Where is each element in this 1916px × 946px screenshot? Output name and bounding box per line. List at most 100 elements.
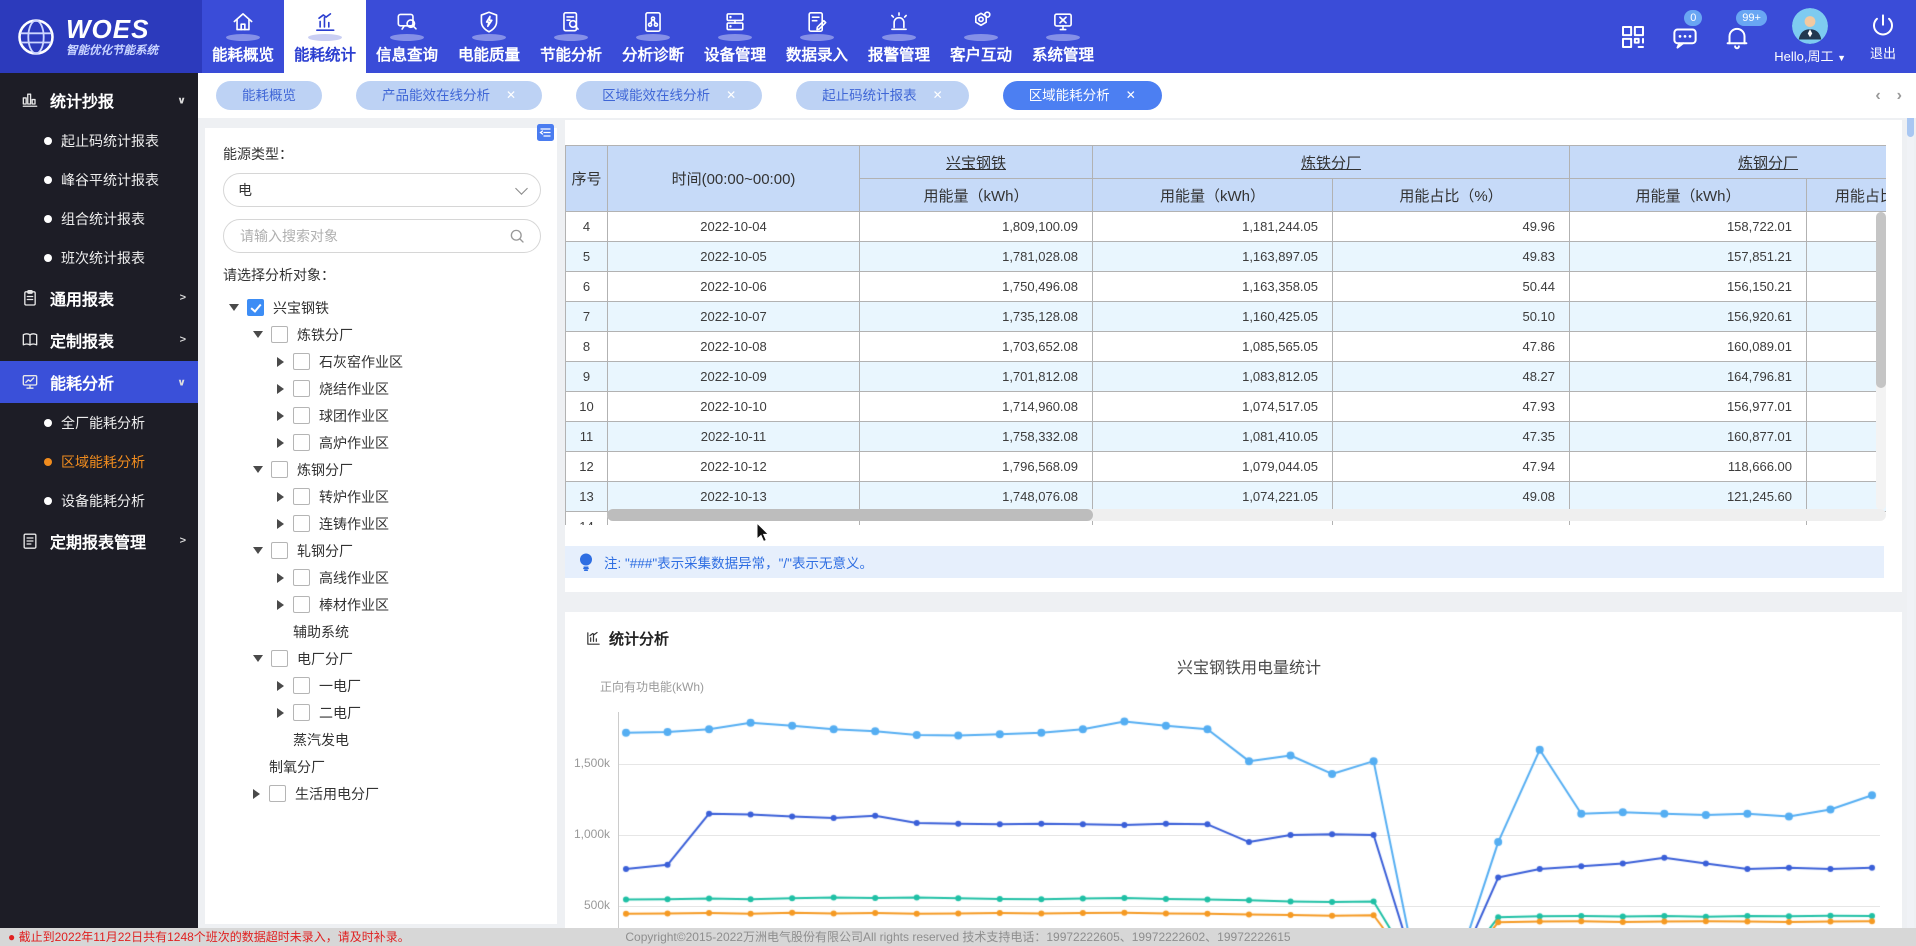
tree-checkbox[interactable] [293,515,310,532]
search-icon[interactable] [508,227,526,245]
nav-item-8[interactable]: 数据录入 [776,0,858,73]
close-icon[interactable]: ✕ [506,81,516,110]
tree-checkbox[interactable] [293,407,310,424]
sidebar-section-5[interactable]: 定期报表管理> [0,520,198,562]
chevron-right-icon[interactable]: › [1897,87,1902,105]
tree-node-5[interactable]: 球团作业区 [223,402,541,429]
sidebar-item-4-3[interactable]: 设备能耗分析 [0,481,198,520]
tree-checkbox[interactable] [293,380,310,397]
close-icon[interactable]: ✕ [726,81,736,110]
tree-collapse-icon[interactable] [253,789,260,799]
tree-checkbox[interactable] [293,677,310,694]
sidebar-section-2[interactable]: 通用报表> [0,277,198,319]
tree-checkbox[interactable] [293,569,310,586]
tree-node-1[interactable]: 兴宝钢铁 [223,294,541,321]
nav-item-10[interactable]: 客户互动 [940,0,1022,73]
tree-checkbox[interactable] [247,299,264,316]
tree-node-18[interactable]: 制氧分厂 [223,753,541,780]
close-icon[interactable]: ✕ [1126,81,1136,110]
tree-expand-icon[interactable] [253,466,263,473]
tree-node-7[interactable]: 炼钢分厂 [223,456,541,483]
tree-collapse-icon[interactable] [277,384,284,394]
tab-1[interactable]: 能耗概览 [216,81,322,110]
sidebar-item-1-2[interactable]: 峰谷平统计报表 [0,160,198,199]
panel-collapse-icon[interactable] [537,124,554,141]
sidebar-item-1-1[interactable]: 起止码统计报表 [0,121,198,160]
message-icon[interactable]: 0 [1670,22,1700,52]
search-input[interactable] [238,227,508,245]
tree-checkbox[interactable] [293,596,310,613]
nav-item-7[interactable]: 设备管理 [694,0,776,73]
group-header-1-link[interactable]: 兴宝钢铁 [946,155,1006,172]
tree-node-10[interactable]: 轧钢分厂 [223,537,541,564]
line-chart[interactable] [618,700,1880,946]
nav-item-2[interactable]: 能耗统计 [284,0,366,73]
tree-collapse-icon[interactable] [277,681,284,691]
table-hscroll-thumb[interactable] [607,509,1093,521]
tree-checkbox[interactable] [271,461,288,478]
tree-node-9[interactable]: 连铸作业区 [223,510,541,537]
tree-collapse-icon[interactable] [277,411,284,421]
tab-3[interactable]: 区域能效在线分析✕ [576,81,762,110]
sidebar-item-4-1[interactable]: 全厂能耗分析 [0,403,198,442]
bell-icon[interactable]: 99+ [1722,22,1752,52]
tree-collapse-icon[interactable] [277,600,284,610]
close-icon[interactable]: ✕ [933,81,943,110]
tree-checkbox[interactable] [271,542,288,559]
sidebar-section-3[interactable]: 定制报表> [0,319,198,361]
tree-collapse-icon[interactable] [277,438,284,448]
tree-collapse-icon[interactable] [277,573,284,583]
tree-node-3[interactable]: 石灰窑作业区 [223,348,541,375]
tab-2[interactable]: 产品能效在线分析✕ [356,81,542,110]
tree-node-11[interactable]: 高线作业区 [223,564,541,591]
user-menu[interactable]: Hello,周工 ▼ [1774,8,1846,65]
tree-node-14[interactable]: 电厂分厂 [223,645,541,672]
tree-node-6[interactable]: 高炉作业区 [223,429,541,456]
tree-checkbox[interactable] [293,488,310,505]
sidebar-section-1[interactable]: 统计抄报∨ [0,79,198,121]
nav-item-4[interactable]: 电能质量 [448,0,530,73]
tree-checkbox[interactable] [271,326,288,343]
nav-item-11[interactable]: 系统管理 [1022,0,1104,73]
nav-item-5[interactable]: 节能分析 [530,0,612,73]
tree-node-2[interactable]: 炼铁分厂 [223,321,541,348]
sidebar-item-4-2[interactable]: 区域能耗分析 [0,442,198,481]
table-vscroll-thumb[interactable] [1876,212,1886,388]
tree-node-13[interactable]: 辅助系统 [223,618,541,645]
sidebar-item-1-4[interactable]: 班次统计报表 [0,238,198,277]
tree-node-19[interactable]: 生活用电分厂 [223,780,541,807]
tree-checkbox[interactable] [293,704,310,721]
chevron-left-icon[interactable]: ‹ [1875,87,1880,105]
energy-type-select[interactable]: 电 [223,173,541,207]
tree-node-17[interactable]: 蒸汽发电 [223,726,541,753]
tree-checkbox[interactable] [269,785,286,802]
tab-5[interactable]: 区域能耗分析✕ [1003,81,1162,110]
tree-collapse-icon[interactable] [277,519,284,529]
logout-button[interactable]: 退出 [1868,11,1898,62]
sidebar-section-4[interactable]: 能耗分析∨ [0,361,198,403]
tree-expand-icon[interactable] [253,547,263,554]
qr-code-icon[interactable] [1618,22,1648,52]
tree-checkbox[interactable] [271,650,288,667]
tree-node-16[interactable]: 二电厂 [223,699,541,726]
sidebar-item-1-3[interactable]: 组合统计报表 [0,199,198,238]
nav-item-9[interactable]: 报警管理 [858,0,940,73]
tree-expand-icon[interactable] [229,304,239,311]
group-header-3-link[interactable]: 炼钢分厂 [1738,155,1798,172]
tab-4[interactable]: 起止码统计报表✕ [796,81,969,110]
group-header-2-link[interactable]: 炼铁分厂 [1301,155,1361,172]
tree-expand-icon[interactable] [253,331,263,338]
nav-item-3[interactable]: 信息查询 [366,0,448,73]
tree-node-8[interactable]: 转炉作业区 [223,483,541,510]
nav-item-6[interactable]: 分析诊断 [612,0,694,73]
tree-checkbox[interactable] [293,353,310,370]
tree-node-12[interactable]: 棒材作业区 [223,591,541,618]
tree-checkbox[interactable] [293,434,310,451]
tree-node-4[interactable]: 烧结作业区 [223,375,541,402]
tree-collapse-icon[interactable] [277,708,284,718]
tree-collapse-icon[interactable] [277,492,284,502]
tree-expand-icon[interactable] [253,655,263,662]
tree-collapse-icon[interactable] [277,357,284,367]
tree-node-15[interactable]: 一电厂 [223,672,541,699]
nav-item-1[interactable]: 能耗概览 [202,0,284,73]
